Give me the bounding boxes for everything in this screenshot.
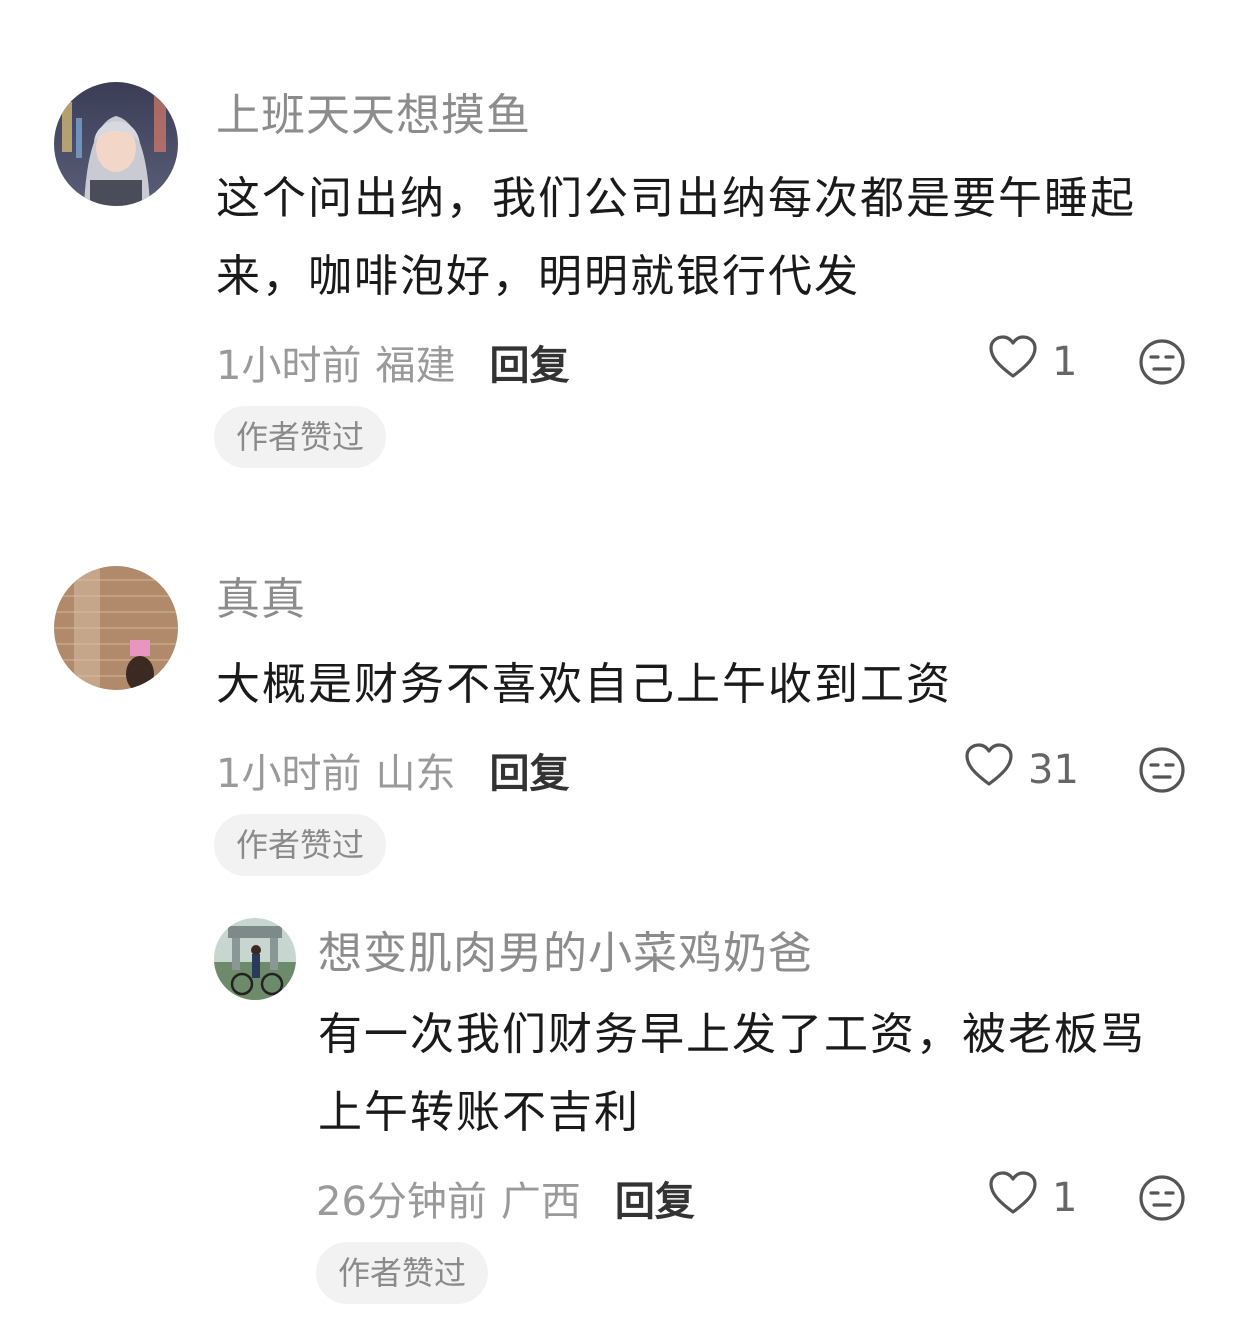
comment-text-line: 上午转账不吉利 xyxy=(318,1087,640,1138)
heart-outline-icon xyxy=(988,1170,1052,1226)
comment-text-line: 大概是财务不喜欢自己上午收到工资 xyxy=(216,659,952,710)
like-count: 1 xyxy=(1052,1175,1078,1221)
like-button[interactable]: 1 xyxy=(988,1170,1077,1226)
comment-text: 大概是财务不喜欢自己上午收到工资 xyxy=(216,646,1216,724)
comment-text-line: 来，咖啡泡好，明明就银行代发 xyxy=(216,251,860,302)
timestamp: 26分钟前 xyxy=(316,1179,487,1225)
username[interactable]: 想变肌肉男的小菜鸡奶爸 xyxy=(318,928,813,980)
timestamp: 1小时前 xyxy=(216,343,362,389)
dislike-button[interactable] xyxy=(1138,746,1186,794)
comment-text: 这个问出纳，我们公司出纳每次都是要午睡起 来，咖啡泡好，明明就银行代发 xyxy=(216,160,1216,316)
like-count: 31 xyxy=(1028,747,1079,793)
meh-face-icon xyxy=(1138,746,1186,794)
comment-meta: 26分钟前 广西 回复 xyxy=(316,1170,695,1226)
dislike-button[interactable] xyxy=(1138,1174,1186,1222)
comment-text: 有一次我们财务早上发了工资，被老板骂 上午转账不吉利 xyxy=(318,996,1218,1152)
location: 广西 xyxy=(500,1179,581,1225)
username[interactable]: 上班天天想摸鱼 xyxy=(216,90,531,142)
comment-meta: 1小时前 福建 回复 xyxy=(216,334,569,390)
avatar[interactable] xyxy=(214,918,296,1000)
dislike-button[interactable] xyxy=(1138,338,1186,386)
author-liked-badge: 作者赞过 xyxy=(214,814,387,876)
meh-face-icon xyxy=(1138,338,1186,386)
reply-button[interactable]: 回复 xyxy=(489,741,569,799)
heart-outline-icon xyxy=(964,742,1028,798)
reply-button[interactable]: 回复 xyxy=(489,333,569,391)
timestamp: 1小时前 xyxy=(216,751,362,797)
meh-face-icon xyxy=(1138,1174,1186,1222)
reply-button[interactable]: 回复 xyxy=(615,1169,695,1227)
like-button[interactable]: 1 xyxy=(988,334,1077,390)
author-liked-badge: 作者赞过 xyxy=(316,1242,489,1304)
like-button[interactable]: 31 xyxy=(964,742,1079,798)
heart-outline-icon xyxy=(988,334,1052,390)
username[interactable]: 真真 xyxy=(216,574,306,626)
comment-text-line: 有一次我们财务早上发了工资，被老板骂 xyxy=(318,1009,1146,1060)
comment-text-line: 这个问出纳，我们公司出纳每次都是要午睡起 xyxy=(216,173,1136,224)
author-liked-badge: 作者赞过 xyxy=(214,406,387,468)
avatar[interactable] xyxy=(54,566,178,690)
avatar[interactable] xyxy=(54,82,178,206)
location: 山东 xyxy=(375,751,456,797)
like-count: 1 xyxy=(1052,339,1078,385)
comment-meta: 1小时前 山东 回复 xyxy=(216,742,569,798)
location: 福建 xyxy=(375,343,456,389)
